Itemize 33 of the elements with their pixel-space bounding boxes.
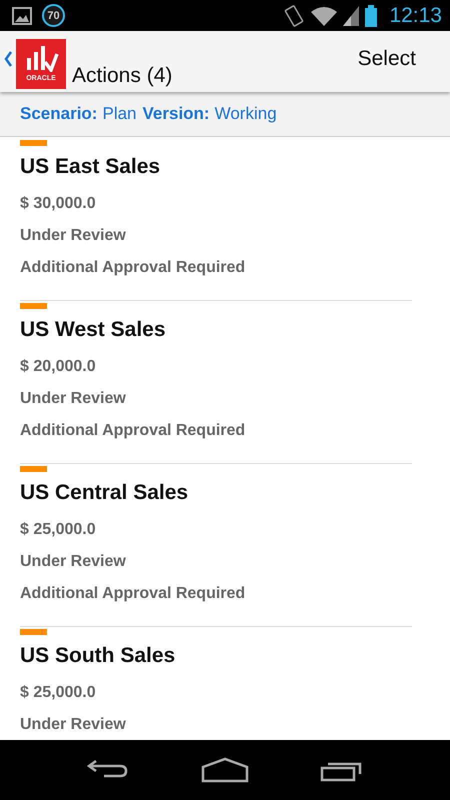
action-item[interactable]: US Central Sales $ 25,000.0 Under Review Additional Approval Required <box>20 466 412 627</box>
wifi-icon <box>311 6 338 26</box>
picture-icon <box>12 6 32 24</box>
action-name: US Central Sales <box>20 480 190 506</box>
action-note: Additional Approval Required <box>20 258 246 278</box>
action-name: US South Sales <box>20 643 176 669</box>
clock-time: 12:13 <box>389 4 442 28</box>
action-note: Additional Approval Required <box>20 421 246 441</box>
notification-badge: 70 <box>42 4 65 27</box>
action-amount: $ 20,000.0 <box>20 357 97 377</box>
action-note: Additional Approval Required <box>20 584 246 604</box>
select-button[interactable]: Select <box>358 46 416 70</box>
action-item[interactable]: US West Sales $ 20,000.0 Under Review Additional Approval Required <box>20 303 412 464</box>
vibrate-icon <box>283 4 306 28</box>
action-name: US East Sales <box>20 154 162 180</box>
action-status: Under Review <box>20 389 127 409</box>
filter-label: Version: <box>142 104 210 124</box>
signal-icon <box>343 6 360 26</box>
back-chevron-icon[interactable] <box>4 50 12 66</box>
battery-icon <box>365 4 378 26</box>
home-icon[interactable] <box>200 757 249 783</box>
action-amount: $ 25,000.0 <box>20 520 97 540</box>
action-status: Under Review <box>20 226 127 246</box>
action-item[interactable]: US East Sales $ 30,000.0 Under Review Additional Approval Required <box>20 140 412 301</box>
action-name: US West Sales <box>20 317 167 343</box>
filter-label: Scenario: <box>20 104 98 124</box>
action-status: Under Review <box>20 715 127 735</box>
action-amount: $ 25,000.0 <box>20 683 97 703</box>
action-status: Under Review <box>20 552 127 572</box>
filter-value: Working <box>214 104 277 124</box>
screen-title: Actions (4) <box>72 65 172 86</box>
filter-value: Plan <box>102 104 137 124</box>
action-amount: $ 30,000.0 <box>20 194 97 214</box>
